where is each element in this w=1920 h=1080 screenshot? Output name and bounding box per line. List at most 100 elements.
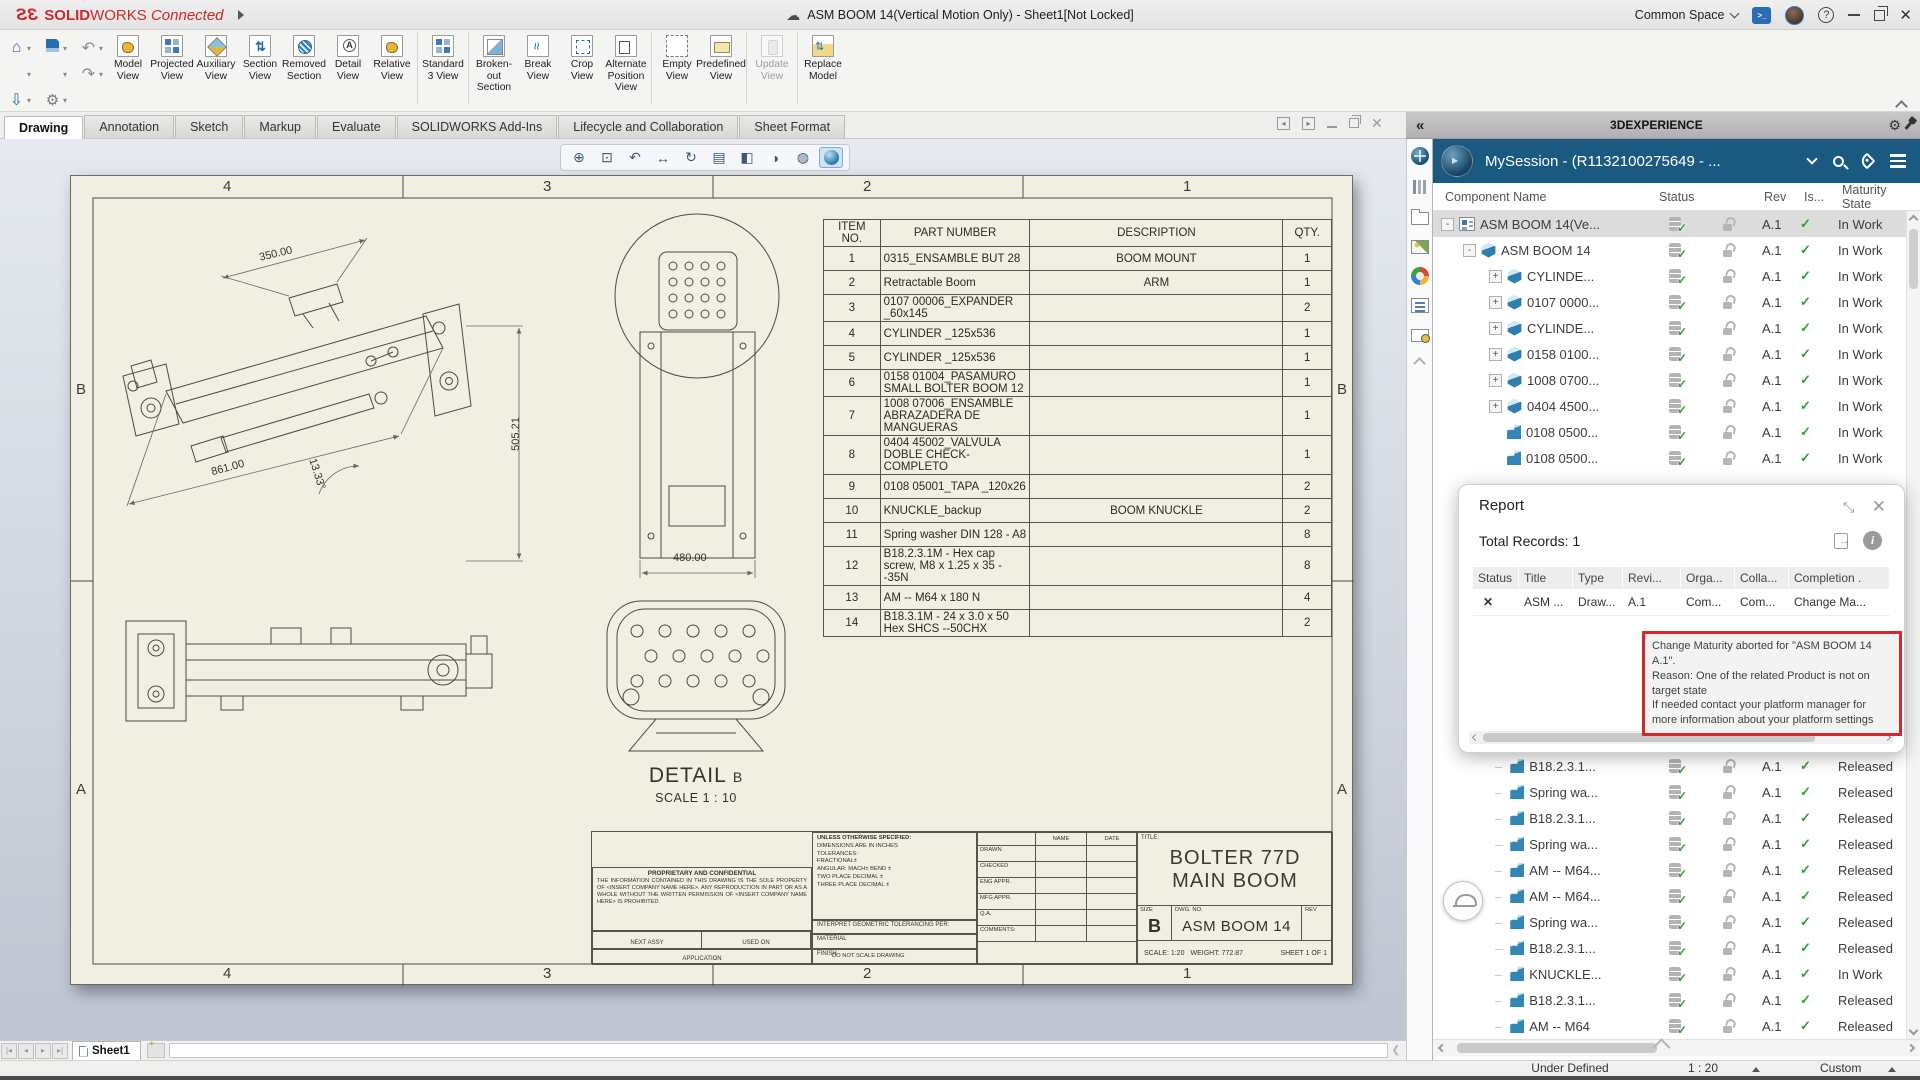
tree-row[interactable]: + 0158 0100... A.1 ✓ In Work: [1433, 341, 1920, 367]
toolbar-button[interactable]: Update View: [750, 32, 794, 82]
session-chevron-down-icon[interactable]: [1806, 153, 1817, 164]
toolbar-button[interactable]: Projected View: [150, 32, 194, 82]
units-caret-icon[interactable]: [1888, 1067, 1896, 1072]
ribbon-collapse-chevron-icon[interactable]: [1895, 100, 1908, 113]
expander[interactable]: +: [1489, 374, 1502, 387]
ribbon-tab[interactable]: Lifecycle and Collaboration: [558, 115, 738, 138]
ribbon-tab[interactable]: Annotation: [84, 115, 174, 138]
expander[interactable]: +: [1489, 400, 1502, 413]
tree-row[interactable]: + 0404 4500... A.1 ✓ In Work: [1433, 393, 1920, 419]
view-tool-icon[interactable]: ◧: [735, 147, 759, 168]
scroll-left-icon[interactable]: [1472, 734, 1479, 741]
search-icon[interactable]: [1833, 156, 1844, 167]
tree-row[interactable]: Spring wa... A.1 ✓ Released: [1433, 779, 1920, 805]
ribbon-tab[interactable]: Markup: [244, 115, 316, 138]
report-column-header[interactable]: Revi...: [1623, 567, 1681, 589]
assistant-avatar-icon[interactable]: [1443, 881, 1483, 921]
tree-row[interactable]: - ASM BOOM 14 A.1 ✓ In Work: [1433, 237, 1920, 263]
quick-access-button[interactable]: ⇩: [8, 88, 42, 112]
strip-scroll-up-icon[interactable]: [1413, 357, 1426, 370]
tree-row[interactable]: AM -- M64... A.1 ✓ Released: [1433, 857, 1920, 883]
console-icon[interactable]: >_: [1752, 7, 1771, 24]
restore-button[interactable]: [1874, 10, 1885, 21]
bookshelf-icon[interactable]: [1411, 178, 1429, 196]
prev-sheet-button[interactable]: ◂: [18, 1043, 34, 1059]
expander[interactable]: -: [1441, 218, 1454, 231]
quick-access-button[interactable]: [8, 62, 42, 86]
search-folder-icon[interactable]: [1411, 329, 1429, 342]
ribbon-tab[interactable]: Sketch: [175, 115, 243, 138]
expander[interactable]: -: [1463, 244, 1476, 257]
view-tool-icon[interactable]: ◍: [791, 147, 815, 168]
quick-access-button[interactable]: ⚙: [44, 88, 78, 112]
toolbar-button[interactable]: Replace Model: [801, 32, 845, 82]
quick-access-button[interactable]: ⌂: [8, 36, 42, 60]
toolbar-button[interactable]: [746, 32, 747, 104]
report-column-header[interactable]: Status: [1473, 567, 1519, 589]
hamburger-menu-icon[interactable]: [1890, 154, 1906, 168]
scrollbar-thumb[interactable]: [1457, 1043, 1657, 1053]
scrollbar-thumb[interactable]: [1909, 229, 1918, 289]
ribbon-tab[interactable]: Evaluate: [317, 115, 396, 138]
first-sheet-button[interactable]: |◂: [1, 1043, 17, 1059]
scroll-up-icon[interactable]: [1909, 215, 1919, 225]
tag-icon[interactable]: [1859, 153, 1876, 170]
view-tool-icon[interactable]: ↶: [623, 147, 647, 168]
tree-row[interactable]: + 0107 0000... A.1 ✓ In Work: [1433, 289, 1920, 315]
collapse-panel-icon[interactable]: «: [1416, 117, 1424, 134]
tree-row[interactable]: AM -- M64 A.1 ✓ Released: [1433, 1013, 1920, 1039]
report-column-header[interactable]: Title: [1519, 567, 1573, 589]
tree-row[interactable]: Spring wa... A.1 ✓ Released: [1433, 909, 1920, 935]
toolbar-button[interactable]: [797, 32, 798, 104]
toolbar-button[interactable]: Auxiliary View: [194, 32, 238, 82]
view-tool-icon[interactable]: ↔: [651, 147, 675, 168]
tree-row[interactable]: B18.2.3.1... A.1 ✓ Released: [1433, 935, 1920, 961]
pane-next-icon[interactable]: ▸: [1302, 117, 1315, 130]
toolbar-button[interactable]: Crop View: [560, 32, 604, 82]
tree-row[interactable]: + CYLINDE... A.1 ✓ In Work: [1433, 315, 1920, 341]
3dexperience-compass-icon[interactable]: [1441, 145, 1473, 177]
tree-row[interactable]: + 1008 0700... A.1 ✓ In Work: [1433, 367, 1920, 393]
toolbar-button[interactable]: Detail View: [326, 32, 370, 82]
toolbar-button[interactable]: [468, 32, 469, 104]
avatar[interactable]: [1785, 6, 1804, 25]
compass-icon[interactable]: [1411, 147, 1429, 165]
last-sheet-button[interactable]: ▸|: [52, 1043, 68, 1059]
next-sheet-button[interactable]: ▸: [35, 1043, 51, 1059]
toolbar-button[interactable]: Standard 3 View: [421, 32, 465, 82]
report-column-header[interactable]: Type: [1573, 567, 1623, 589]
collaborative-space-selector[interactable]: Common Space: [1635, 8, 1739, 22]
toolbar-button[interactable]: Broken-out Section: [472, 32, 516, 94]
units-selector[interactable]: Custom: [1820, 1061, 1861, 1076]
list-icon[interactable]: [1411, 298, 1429, 313]
toolbar-button[interactable]: [417, 32, 418, 104]
report-close-icon[interactable]: ✕: [1872, 497, 1886, 517]
horizontal-scrollbar[interactable]: [169, 1043, 1388, 1058]
tree-row[interactable]: B18.2.3.1... A.1 ✓ Released: [1433, 753, 1920, 779]
view-tool-icon[interactable]: [819, 147, 843, 168]
column-maturity[interactable]: Maturity State: [1838, 183, 1906, 211]
toolbar-button[interactable]: Predefined View: [699, 32, 743, 82]
column-rev[interactable]: Rev: [1760, 190, 1800, 204]
ribbon-tab[interactable]: Sheet Format: [739, 115, 845, 138]
report-restore-icon[interactable]: [1843, 499, 1856, 512]
folder-icon[interactable]: [1411, 212, 1429, 225]
add-sheet-button[interactable]: [147, 1043, 165, 1058]
image-icon[interactable]: [1411, 240, 1429, 254]
column-is[interactable]: Is...: [1800, 190, 1838, 204]
logo-expand-icon[interactable]: [238, 10, 244, 20]
view-tool-icon[interactable]: ▤: [707, 147, 731, 168]
column-component-name[interactable]: Component Name: [1433, 190, 1655, 204]
tree-row[interactable]: 0108 0500... A.1 ✓ In Work: [1433, 419, 1920, 445]
tree-row[interactable]: - ASM BOOM 14(Ve... A.1 ✓ In Work: [1433, 211, 1920, 237]
document-restore-icon[interactable]: [1349, 118, 1359, 128]
view-tool-icon[interactable]: ⊡: [595, 147, 619, 168]
report-column-header[interactable]: Orga...: [1681, 567, 1735, 589]
tree-row[interactable]: KNUCKLE... A.1 ✓ In Work: [1433, 961, 1920, 987]
tree-row[interactable]: B18.2.3.1... A.1 ✓ Released: [1433, 805, 1920, 831]
toolbar-button[interactable]: Removed Section: [282, 32, 326, 82]
scroll-right-icon[interactable]: [1907, 1044, 1915, 1052]
tree-horizontal-scrollbar[interactable]: [1433, 1039, 1920, 1056]
gear-icon[interactable]: ⚙: [1888, 117, 1901, 134]
help-icon[interactable]: ?: [1818, 7, 1834, 23]
